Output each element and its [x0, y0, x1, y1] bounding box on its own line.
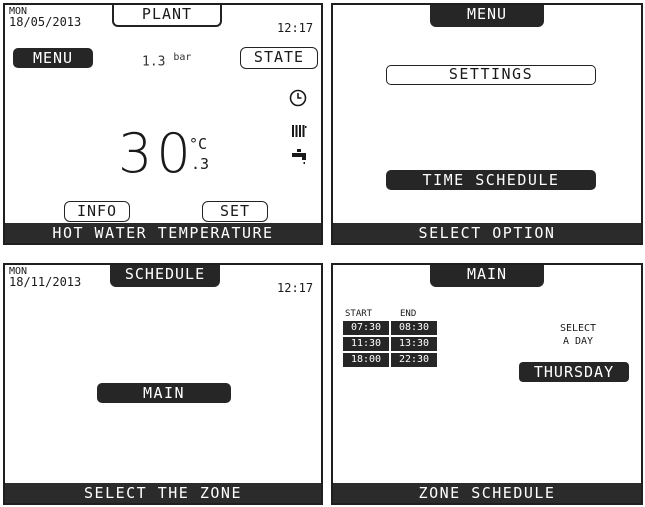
radiator-icon	[291, 123, 307, 142]
screen-title: SCHEDULE	[110, 265, 220, 287]
pressure-unit: bar	[173, 52, 192, 63]
temperature-unit: °C	[189, 135, 208, 153]
slot-start-cell[interactable]: 18:00	[343, 353, 389, 367]
slot-start-cell[interactable]: 07:30	[343, 321, 389, 335]
column-header-end: END	[400, 309, 417, 319]
menu-screen: MENU SETTINGS TIME SCHEDULE SELECT OPTIO…	[331, 3, 643, 245]
screen-title: MENU	[430, 5, 544, 27]
date-value: 18/11/2013	[9, 275, 82, 289]
slot-end-cell[interactable]: 13:30	[391, 337, 437, 351]
clock-time: 12:17	[277, 21, 314, 35]
clock-time: 12:17	[277, 281, 314, 295]
slot-end-cell[interactable]: 22:30	[391, 353, 437, 367]
zone-schedule-screen: MAIN START END 07:30 08:30 11:30 13:30 1…	[331, 263, 643, 505]
set-button[interactable]: SET	[202, 201, 268, 222]
screen-title: PLANT	[112, 5, 222, 27]
settings-button[interactable]: SETTINGS	[386, 65, 596, 85]
slot-start-cell[interactable]: 11:30	[343, 337, 389, 351]
temperature-integer: 30	[118, 122, 195, 185]
plant-screen: MON 18/05/2013 PLANT 12:17 MENU 1.3 bar …	[3, 3, 323, 245]
slot-end-cell[interactable]: 08:30	[391, 321, 437, 335]
time-schedule-button[interactable]: TIME SCHEDULE	[386, 170, 596, 190]
date-display: MON 18/11/2013	[9, 266, 81, 288]
select-day-line2: A DAY	[562, 336, 594, 347]
clock-icon	[289, 89, 307, 111]
screen-title: MAIN	[430, 265, 544, 287]
info-button[interactable]: INFO	[64, 201, 130, 222]
status-footer: SELECT THE ZONE	[5, 483, 321, 503]
column-header-start: START	[345, 309, 373, 319]
zone-main-button[interactable]: MAIN	[97, 383, 231, 403]
status-footer: HOT WATER TEMPERATURE	[5, 223, 321, 243]
pressure-readout: 1.3 bar	[142, 52, 191, 69]
pressure-value: 1.3	[142, 54, 166, 70]
state-button[interactable]: STATE	[240, 47, 318, 69]
status-footer: ZONE SCHEDULE	[333, 483, 641, 503]
schedule-screen: MON 18/11/2013 SCHEDULE 12:17 MAIN SELEC…	[3, 263, 323, 505]
select-day-prompt: SELECT A DAY	[538, 322, 618, 348]
temperature-decimal: .3	[191, 155, 210, 173]
menu-button[interactable]: MENU	[13, 48, 93, 68]
select-day-line1: SELECT	[559, 323, 597, 334]
day-selector-button[interactable]: THURSDAY	[519, 362, 629, 382]
status-footer: SELECT OPTION	[333, 223, 641, 243]
date-value: 18/05/2013	[9, 15, 82, 29]
tap-icon	[291, 148, 307, 170]
date-display: MON 18/05/2013	[9, 6, 81, 28]
